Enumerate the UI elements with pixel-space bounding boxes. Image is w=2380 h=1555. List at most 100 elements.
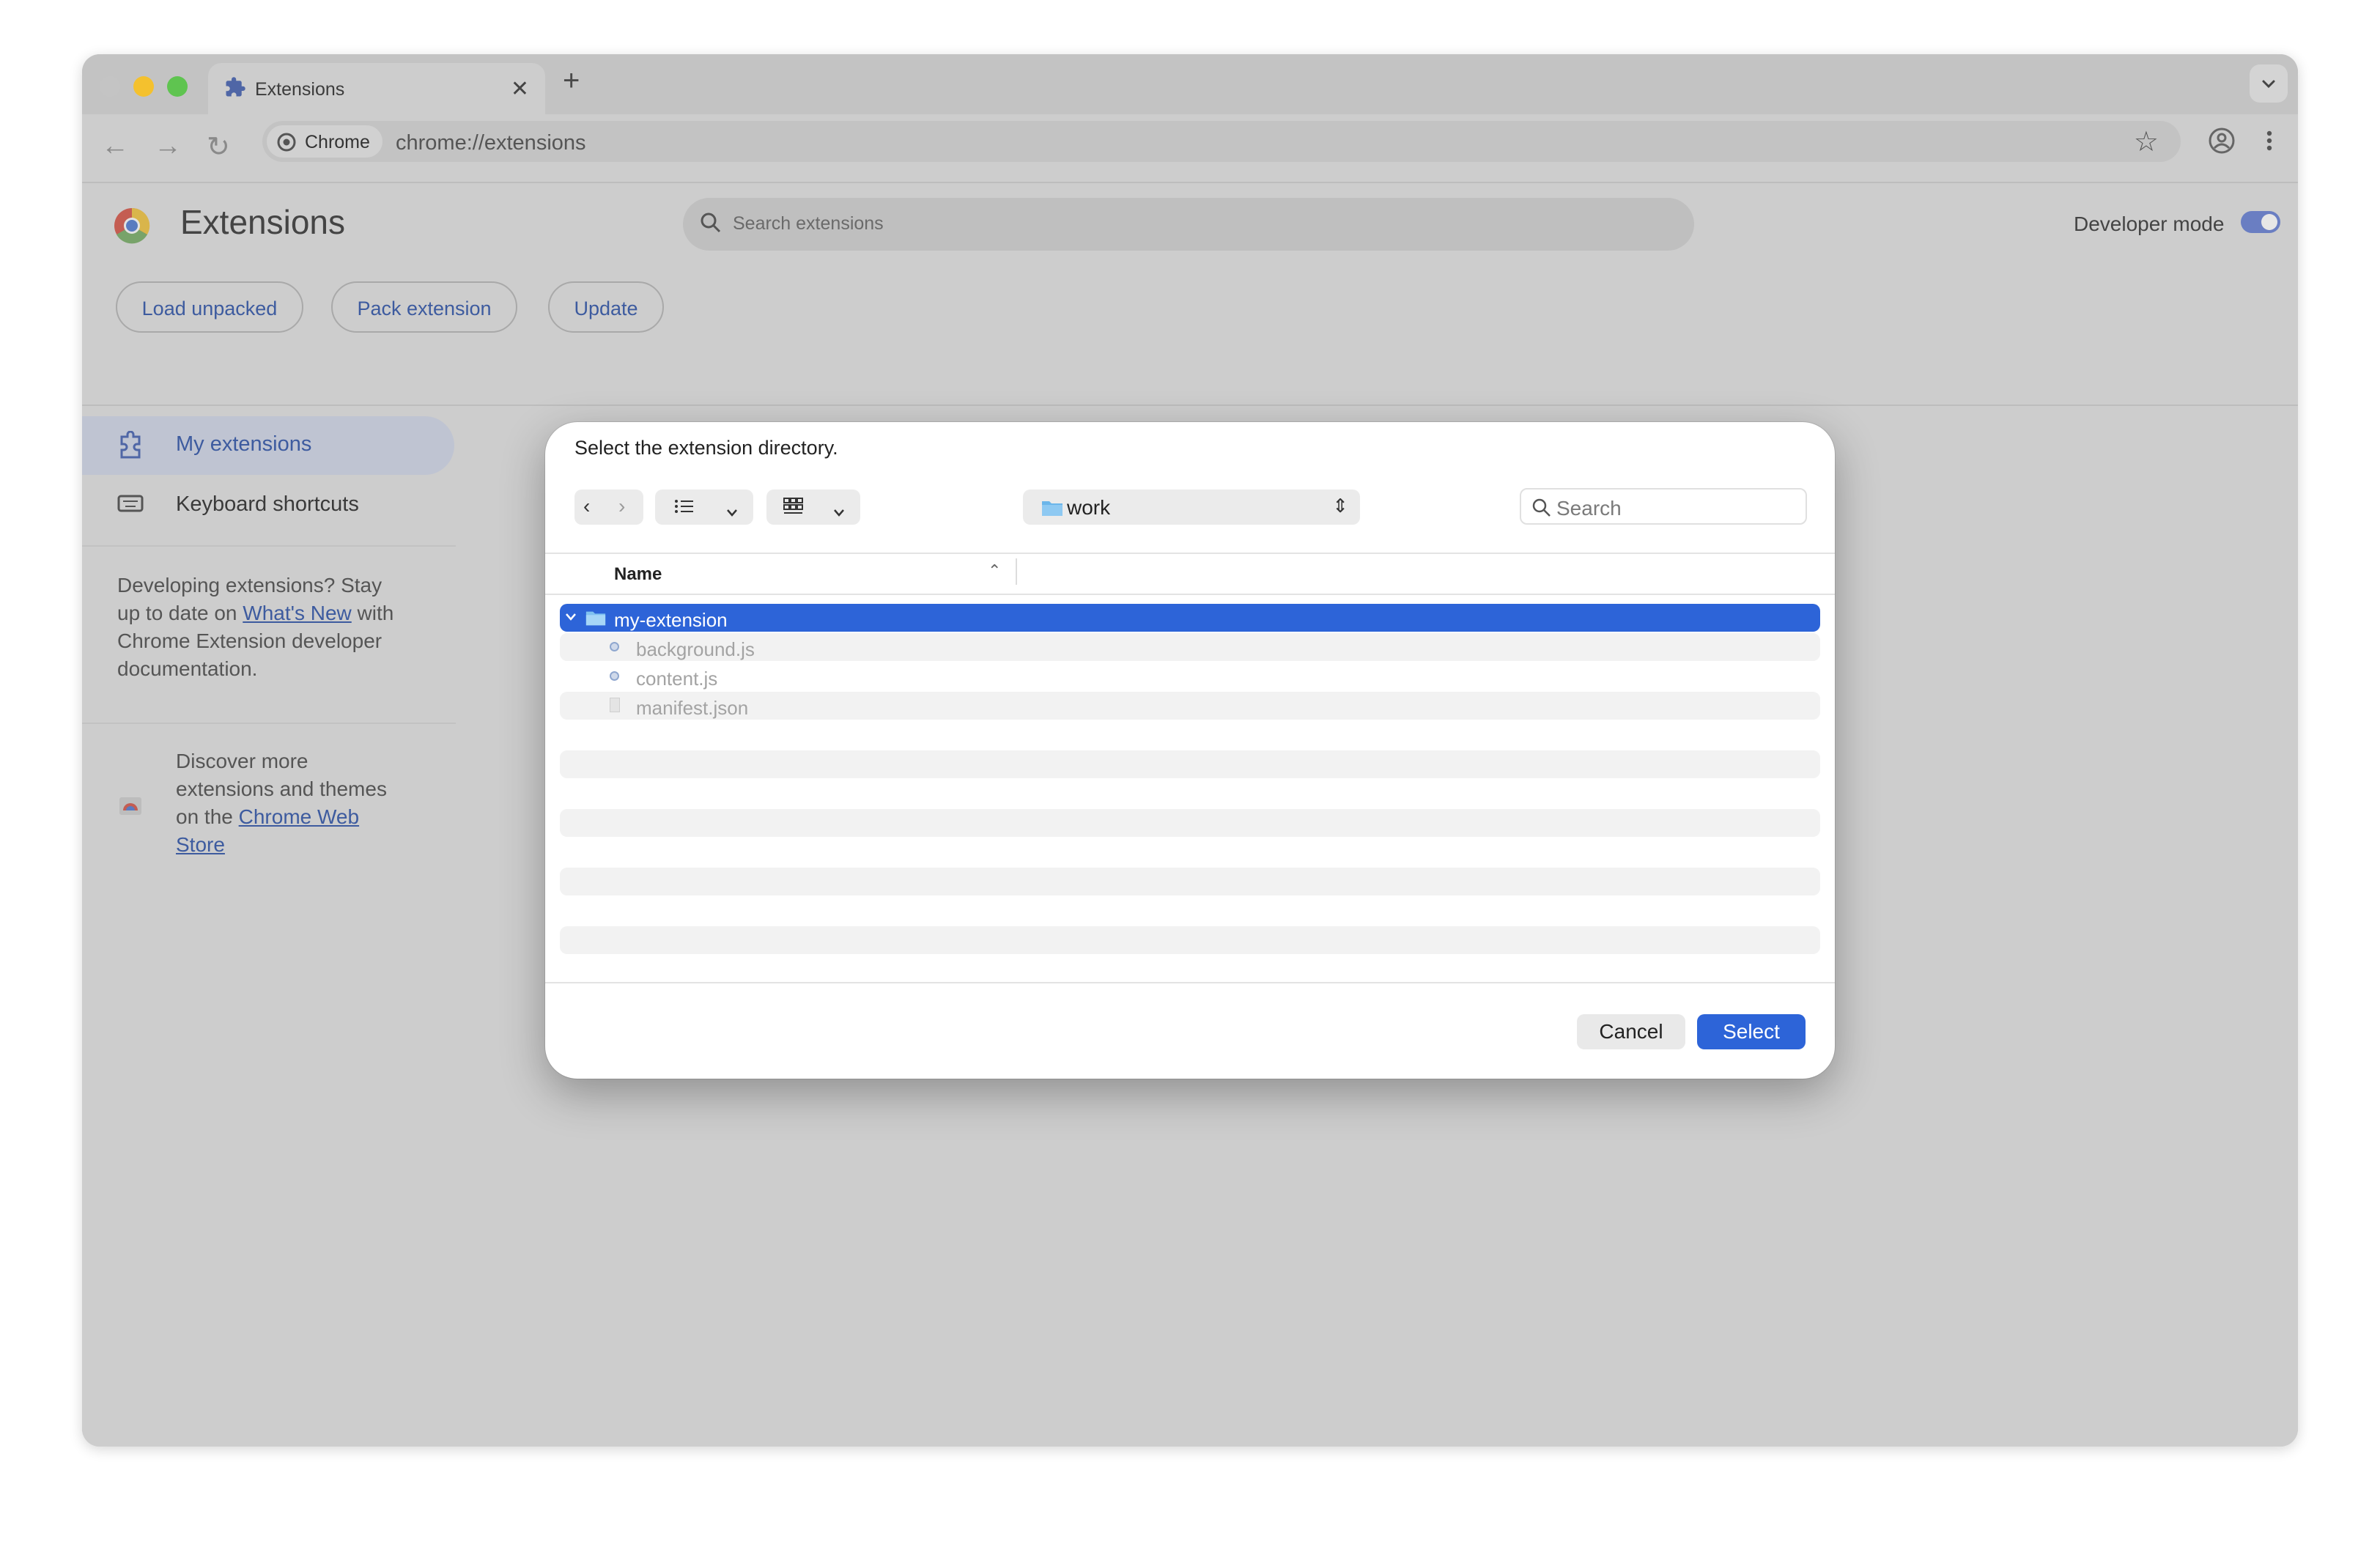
dialog-search-input[interactable]: Search: [1520, 488, 1807, 525]
list-view-control[interactable]: [655, 490, 753, 525]
store-text-line: on the Chrome Web: [176, 803, 387, 831]
list-item-folder[interactable]: my-extension: [560, 604, 1820, 632]
sidebar-item-label: Keyboard shortcuts: [176, 492, 359, 516]
empty-row: [560, 868, 1820, 895]
store-text-line: Discover more: [176, 750, 308, 772]
folder-icon: [1041, 498, 1064, 521]
puzzle-icon: [224, 76, 246, 102]
dialog-prompt: Select the extension directory.: [574, 437, 838, 459]
search-placeholder: Search: [1556, 497, 1622, 520]
close-window-button[interactable]: [100, 76, 120, 97]
site-chip-label: Chrome: [305, 132, 370, 152]
grid-view-icon: [783, 497, 805, 522]
sidebar-divider: [82, 545, 456, 547]
tab-extensions[interactable]: Extensions ✕: [208, 63, 545, 114]
javascript-file-icon: [610, 671, 619, 681]
store-text-line: Store: [176, 831, 387, 859]
site-info-chip[interactable]: Chrome: [267, 125, 382, 158]
empty-row: [560, 750, 1820, 778]
sidebar-item-keyboard-shortcuts[interactable]: Keyboard shortcuts: [82, 476, 454, 535]
file-name: background.js: [636, 638, 755, 660]
folder-icon: [585, 608, 607, 631]
location-label: work: [1067, 496, 1111, 519]
extension-icon: [117, 430, 144, 464]
forward-button[interactable]: →: [154, 130, 182, 162]
reload-button[interactable]: ↻: [207, 130, 230, 163]
cancel-button[interactable]: Cancel: [1577, 1014, 1685, 1049]
page-title: Extensions: [180, 203, 346, 241]
dev-text-line: documentation.: [117, 657, 258, 680]
update-button[interactable]: Update: [548, 281, 664, 333]
back-button[interactable]: ←: [101, 130, 129, 162]
omnibox[interactable]: Chrome chrome://extensions ☆: [262, 121, 2181, 162]
sidebar-item-label: My extensions: [176, 432, 312, 456]
search-icon: [1531, 498, 1552, 522]
chevron-down-icon: [832, 500, 846, 523]
maximize-window-button[interactable]: [167, 76, 188, 97]
dev-text: up to date on: [117, 602, 243, 624]
dev-text-line: up to date on What's New with: [117, 599, 393, 627]
column-separator: [1016, 558, 1017, 585]
column-header-bottom-border: [545, 594, 1835, 595]
web-store-icon: [117, 791, 144, 821]
dev-text-line: Developing extensions? Stay: [117, 574, 382, 596]
chrome-icon: [277, 133, 296, 155]
developer-mode-toggle[interactable]: [2241, 211, 2280, 233]
search-extensions-input[interactable]: Search extensions: [683, 198, 1694, 251]
whats-new-link[interactable]: What's New: [243, 602, 352, 624]
list-item-file[interactable]: content.js: [560, 662, 1820, 690]
bookmark-star-icon[interactable]: ☆: [2134, 125, 2159, 158]
document-file-icon: [610, 698, 620, 712]
search-icon: [699, 211, 722, 238]
profile-icon[interactable]: [2207, 126, 2236, 159]
developer-info-text: Developing extensions? Stay up to date o…: [117, 572, 393, 683]
list-item-file[interactable]: background.js: [560, 633, 1820, 661]
column-header-top-border: [545, 553, 1835, 554]
keyboard-icon: [117, 492, 144, 518]
column-header-name[interactable]: Name: [614, 564, 662, 585]
close-tab-icon[interactable]: ✕: [511, 76, 529, 102]
url-text: chrome://extensions: [396, 131, 586, 155]
tab-strip: Extensions ✕ +: [82, 54, 2298, 114]
select-directory-dialog: Select the extension directory. ‹ › work…: [545, 422, 1835, 1079]
up-down-chevron-icon: ⇕: [1332, 495, 1348, 517]
javascript-file-icon: [610, 642, 619, 651]
tab-search-button[interactable]: [2250, 64, 2288, 103]
empty-row: [560, 809, 1820, 837]
store-text: on the: [176, 805, 239, 828]
folder-name: my-extension: [614, 609, 728, 631]
store-text-line: extensions and themes: [176, 778, 387, 800]
chrome-logo-icon: [113, 207, 151, 248]
empty-row: [560, 926, 1820, 954]
sidebar-divider: [82, 723, 456, 724]
list-item-file[interactable]: manifest.json: [560, 692, 1820, 720]
new-tab-button[interactable]: +: [563, 64, 580, 97]
chevron-down-icon: [725, 500, 739, 523]
dev-text-line: Chrome Extension developer: [117, 629, 382, 652]
dialog-footer-divider: [545, 982, 1835, 983]
load-unpacked-button[interactable]: Load unpacked: [116, 281, 303, 333]
web-store-text: Discover more extensions and themes on t…: [176, 747, 387, 859]
forward-chevron-icon[interactable]: ›: [618, 495, 625, 518]
developer-mode-label: Developer mode: [2074, 213, 2225, 235]
chrome-web-store-link-continued[interactable]: Store: [176, 833, 225, 856]
dev-text: with: [351, 602, 394, 624]
chrome-web-store-link[interactable]: Chrome Web: [239, 805, 359, 828]
pack-extension-button[interactable]: Pack extension: [331, 281, 517, 333]
header-divider: [82, 405, 2298, 406]
select-button[interactable]: Select: [1697, 1014, 1806, 1049]
sidebar-item-my-extensions[interactable]: My extensions: [82, 416, 454, 475]
file-name: content.js: [636, 668, 718, 690]
disclosure-chevron-icon[interactable]: [564, 612, 577, 626]
location-popup[interactable]: work ⇕: [1023, 490, 1360, 525]
chevron-down-icon: [2262, 80, 2275, 89]
search-placeholder: Search extensions: [733, 213, 884, 234]
kebab-menu-icon[interactable]: [2264, 125, 2274, 160]
file-name: manifest.json: [636, 697, 749, 719]
minimize-window-button[interactable]: [133, 76, 154, 97]
toggle-knob: [2261, 214, 2277, 230]
back-chevron-icon[interactable]: ‹: [583, 495, 590, 518]
sort-ascending-icon: ⌃: [988, 561, 1002, 580]
group-view-control[interactable]: [766, 490, 860, 525]
browser-toolbar: ← → ↻ Chrome chrome://extensions ☆: [82, 114, 2298, 183]
